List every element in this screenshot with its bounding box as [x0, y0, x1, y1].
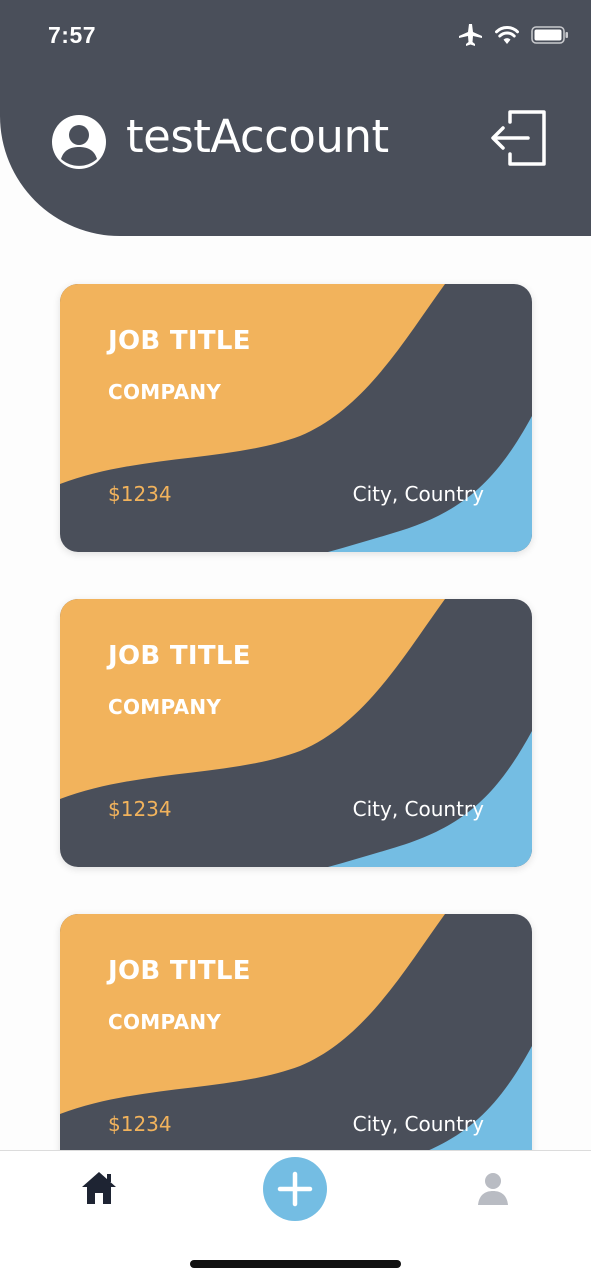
wifi-icon — [495, 26, 519, 44]
card-background — [60, 599, 532, 867]
job-title: JOB TITLE — [108, 326, 251, 356]
location: City, Country — [352, 797, 484, 821]
plus-icon — [277, 1171, 313, 1207]
airplane-icon — [459, 24, 482, 46]
job-card[interactable]: JOB TITLE COMPANY $1234 City, Country — [60, 284, 532, 552]
location: City, Country — [352, 1112, 484, 1136]
company-name: COMPANY — [108, 695, 222, 719]
card-background — [60, 914, 532, 1182]
home-icon[interactable] — [80, 1169, 118, 1207]
salary: $1234 — [108, 797, 172, 821]
salary: $1234 — [108, 482, 172, 506]
status-icons — [459, 24, 569, 46]
job-title: JOB TITLE — [108, 641, 251, 671]
status-time: 7:57 — [48, 22, 97, 48]
tab-bar — [0, 1150, 591, 1281]
company-name: COMPANY — [108, 1010, 222, 1034]
account-name: testAccount — [126, 110, 389, 163]
home-indicator — [190, 1260, 401, 1268]
job-title: JOB TITLE — [108, 956, 251, 986]
status-bar: 7:57 — [0, 0, 591, 72]
company-name: COMPANY — [108, 380, 222, 404]
location: City, Country — [352, 482, 484, 506]
add-job-button[interactable] — [263, 1157, 327, 1221]
job-card[interactable]: JOB TITLE COMPANY $1234 City, Country — [60, 914, 532, 1182]
card-background — [60, 284, 532, 552]
user-icon[interactable] — [474, 1169, 512, 1207]
job-card[interactable]: JOB TITLE COMPANY $1234 City, Country — [60, 599, 532, 867]
logout-icon[interactable] — [488, 108, 548, 168]
battery-icon — [531, 26, 568, 44]
salary: $1234 — [108, 1112, 172, 1136]
user-circle-icon — [52, 115, 106, 169]
